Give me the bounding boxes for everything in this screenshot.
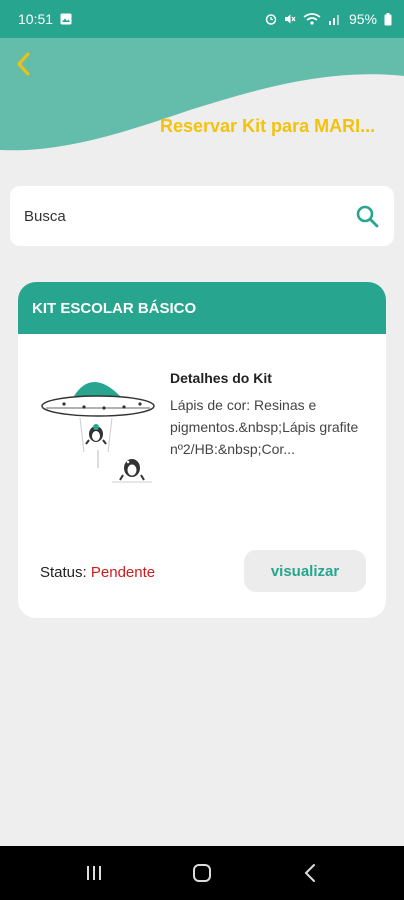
alarm-icon	[265, 14, 277, 25]
status-line: Status: Pendente	[40, 564, 155, 581]
battery-icon	[384, 12, 392, 25]
battery-text: 95%	[348, 11, 377, 27]
status-label: Status:	[40, 564, 87, 581]
kit-card-title: KIT ESCOLAR BÁSICO	[18, 282, 386, 334]
mute-icon	[284, 14, 296, 24]
nav-back-button[interactable]	[290, 853, 330, 893]
search-bar	[10, 186, 394, 246]
recent-apps-button[interactable]	[74, 853, 114, 893]
status-value: Pendente	[90, 564, 156, 581]
status-time: 10:51	[18, 11, 54, 27]
search-icon[interactable]	[354, 203, 380, 229]
kit-details-title: Detalhes do Kit	[170, 370, 272, 386]
status-bar: 10:51 95%	[0, 0, 404, 38]
back-button[interactable]	[8, 46, 38, 82]
home-button[interactable]	[182, 853, 222, 893]
recent-apps-icon	[87, 866, 101, 880]
ufo-penguins-illustration	[41, 382, 155, 483]
home-icon	[193, 864, 211, 882]
chevron-left-icon	[17, 52, 30, 76]
status-bar-right: 95%	[265, 11, 392, 27]
kit-card: KIT ESCOLAR BÁSICO Detalhes do Kit Lápis…	[18, 282, 386, 618]
kit-details-description: Lápis de cor: Resinas e pigmentos.&nbsp;…	[170, 397, 359, 457]
system-nav-bar	[0, 846, 404, 900]
back-icon	[304, 864, 315, 882]
signal-icon	[328, 15, 339, 25]
status-bar-left: 10:51	[18, 11, 72, 27]
header-wave-background	[0, 38, 404, 151]
page-title: Reservar Kit para MARI...	[160, 116, 376, 136]
search-input[interactable]	[24, 207, 354, 225]
visualizar-button[interactable]: visualizar	[244, 550, 366, 592]
wifi-icon	[303, 13, 321, 25]
image-icon	[60, 13, 72, 25]
